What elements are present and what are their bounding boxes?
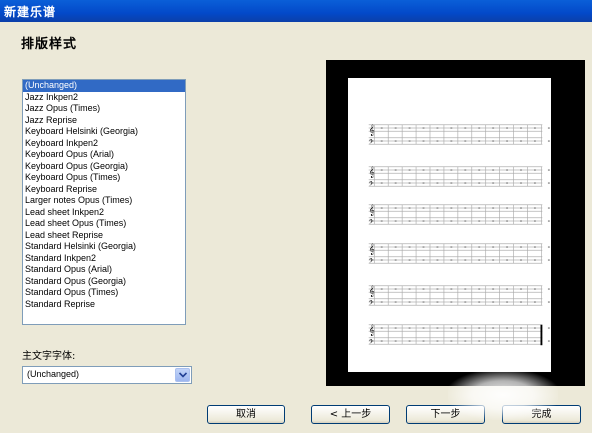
style-list-item[interactable]: Standard Opus (Georgia) <box>23 276 185 288</box>
treble-clef-icon: 𝄞 <box>369 166 375 178</box>
style-list-item[interactable]: Lead sheet Inkpen2 <box>23 207 185 219</box>
page-title: 排版样式 <box>21 37 78 52</box>
title-bar: 新建乐谱 <box>0 0 592 22</box>
main-font-select[interactable]: (Unchanged) <box>22 366 192 384</box>
style-list-item[interactable]: Keyboard Reprise <box>23 184 185 196</box>
style-list-item[interactable]: Standard Opus (Arial) <box>23 264 185 276</box>
style-list-item[interactable]: Jazz Opus (Times) <box>23 103 185 115</box>
main-font-value: (Unchanged) <box>27 369 80 379</box>
window-title: 新建乐谱 <box>4 5 57 19</box>
style-list-item[interactable]: Keyboard Opus (Arial) <box>23 149 185 161</box>
bass-clef-icon: 𝄢 <box>369 299 374 308</box>
staff-system: 𝄞𝄢 <box>368 204 550 227</box>
style-list-item[interactable]: Larger notes Opus (Times) <box>23 195 185 207</box>
style-list-item[interactable]: (Unchanged) <box>23 80 185 92</box>
style-list-item[interactable]: Standard Inkpen2 <box>23 253 185 265</box>
chevron-down-icon[interactable] <box>175 368 190 382</box>
style-list-item[interactable]: Standard Helsinki (Georgia) <box>23 241 185 253</box>
style-list-item[interactable]: Jazz Inkpen2 <box>23 92 185 104</box>
style-list-item[interactable]: Jazz Reprise <box>23 115 185 127</box>
bass-clef-icon: 𝄢 <box>369 138 374 147</box>
staff-system: 𝄞𝄢 <box>368 166 550 189</box>
staff-system: 𝄞𝄢 <box>368 285 550 308</box>
bass-clef-icon: 𝄢 <box>369 257 374 266</box>
treble-clef-icon: 𝄞 <box>369 285 375 297</box>
main-font-label: 主文字字体: <box>22 351 76 362</box>
bass-clef-icon: 𝄢 <box>369 338 374 347</box>
cancel-button[interactable]: 取消 <box>207 405 285 424</box>
style-list-item[interactable]: Standard Reprise <box>23 299 185 311</box>
treble-clef-icon: 𝄞 <box>369 204 375 216</box>
blur-overlay <box>448 370 558 420</box>
staff-system: 𝄞𝄢 <box>368 124 550 147</box>
style-list-item[interactable]: Keyboard Opus (Georgia) <box>23 161 185 173</box>
treble-clef-icon: 𝄞 <box>369 324 375 336</box>
treble-clef-icon: 𝄞 <box>369 243 375 255</box>
bass-clef-icon: 𝄢 <box>369 218 374 227</box>
treble-clef-icon: 𝄞 <box>369 124 375 136</box>
style-list-item[interactable]: Keyboard Opus (Times) <box>23 172 185 184</box>
style-list-item[interactable]: Lead sheet Reprise <box>23 230 185 242</box>
back-button[interactable]: < 上一步 <box>311 405 390 424</box>
style-listbox[interactable]: (Unchanged) Jazz Inkpen2 Jazz Opus (Times)… <box>22 79 186 325</box>
style-list-item[interactable]: Keyboard Helsinki (Georgia) <box>23 126 185 138</box>
style-list-item[interactable]: Standard Opus (Times) <box>23 287 185 299</box>
bass-clef-icon: 𝄢 <box>369 180 374 189</box>
staff-system: 𝄞𝄢 <box>368 324 550 347</box>
style-list-item[interactable]: Lead sheet Opus (Times) <box>23 218 185 230</box>
staff-system: 𝄞𝄢 <box>368 243 550 266</box>
style-list-item[interactable]: Keyboard Inkpen2 <box>23 138 185 150</box>
